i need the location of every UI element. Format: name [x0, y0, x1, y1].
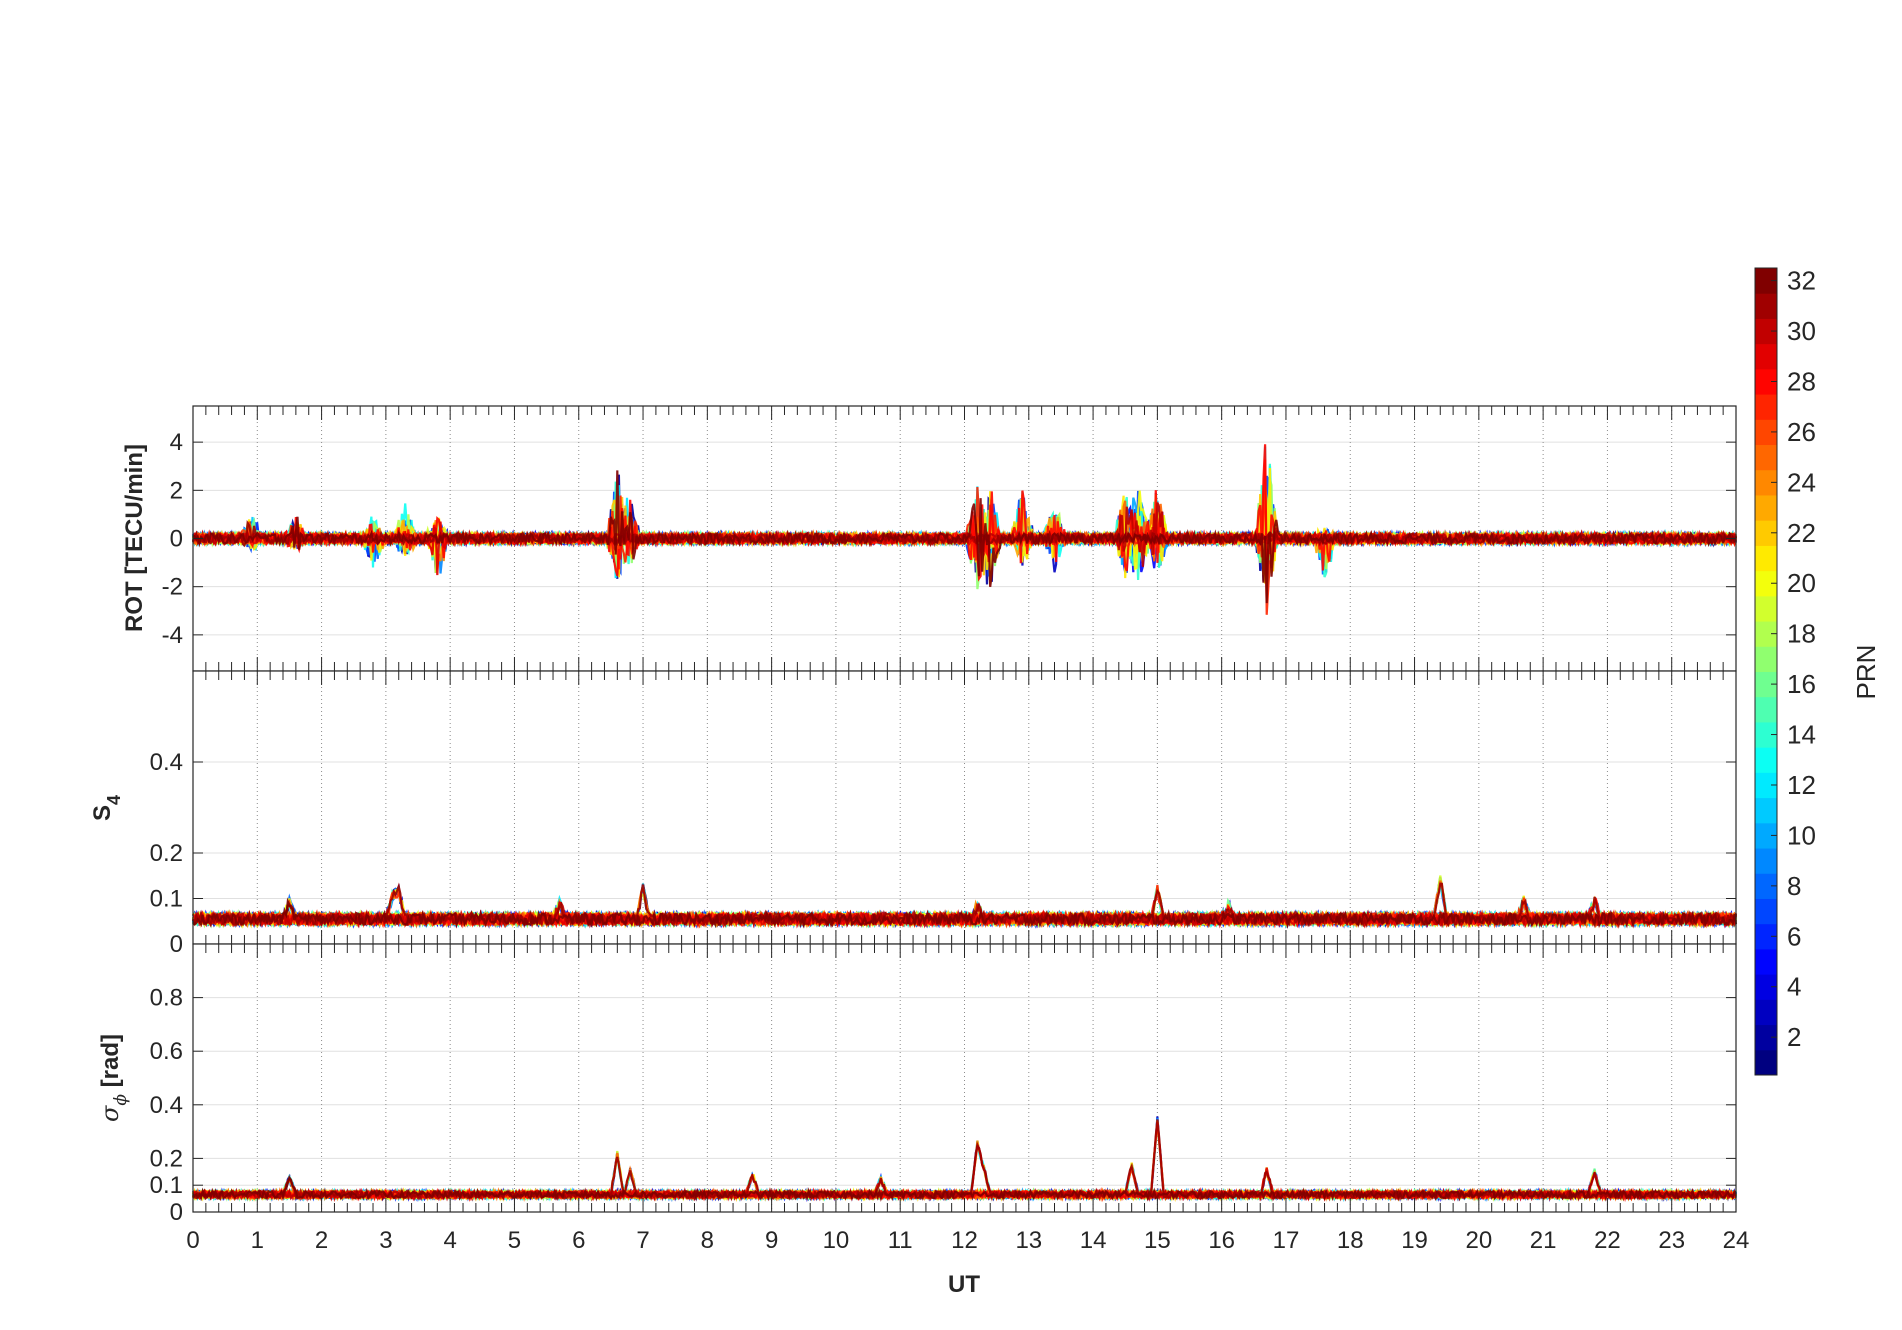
x-tick-label: 2 [315, 1227, 328, 1254]
x-tick-label: 16 [1208, 1227, 1235, 1254]
y-tick-label: 0 [170, 931, 183, 958]
y-tick-label: 2 [170, 477, 183, 504]
y-tick-label: 0.1 [150, 886, 183, 913]
x-tick-label: 12 [951, 1227, 978, 1254]
colorbar-segment [1755, 293, 1777, 319]
colorbar-segment [1755, 696, 1777, 723]
colorbar-segment [1755, 545, 1777, 572]
rot-panel: -4 -2 0 2 4 ROT [TECU/min] [121, 405, 1738, 672]
colorbar-segment [1755, 898, 1777, 925]
x-axis-label: UT [948, 1271, 980, 1298]
colorbar-tick-label: 18 [1787, 619, 1816, 649]
y-tick-label: 4 [170, 429, 183, 456]
x-tick-label: 22 [1594, 1227, 1621, 1254]
colorbar-tick-label: 22 [1787, 518, 1816, 548]
x-tick-label: 6 [572, 1227, 585, 1254]
colorbar-tick-label: 32 [1787, 266, 1816, 296]
x-tick-label: 1 [251, 1227, 264, 1254]
colorbar-segment [1755, 646, 1777, 672]
y-tick-label: 0 [170, 526, 183, 553]
colorbar-tick-label: 30 [1787, 316, 1816, 346]
phi-subscript: ϕ [111, 1094, 131, 1106]
x-tick-label: 23 [1658, 1227, 1685, 1254]
s4-panel: 0 0.1 0.2 0.4 S4 [89, 670, 1738, 958]
colorbar-segment [1755, 848, 1777, 874]
colorbar-tick-label: 16 [1787, 669, 1816, 699]
x-tick-label: 21 [1530, 1227, 1557, 1254]
colorbar-segment [1755, 343, 1777, 370]
sigma-phi-panel: 00.10.20.40.60.80 1 2 3 4 5 6 7 8 9 10 11 12 13 14 15 16… [96, 943, 1750, 1254]
y-tick-label: 0.4 [150, 1092, 183, 1119]
colorbar-segment [1755, 1049, 1777, 1076]
x-tick-label: 13 [1015, 1227, 1042, 1254]
x-tick-label: 18 [1337, 1227, 1364, 1254]
figure: -4-2024 ROT [TECU/min] 00.10.20.4 S4 00.… [0, 0, 1902, 1330]
x-tick-label: 7 [636, 1227, 649, 1254]
colorbar-segment [1755, 948, 1777, 975]
x-tick-label: 19 [1401, 1227, 1428, 1254]
colorbar-segment [1755, 747, 1777, 773]
colorbar-tick-label: 14 [1787, 720, 1816, 750]
x-tick-label: 3 [379, 1227, 392, 1254]
colorbar-tick-label: 6 [1787, 921, 1801, 951]
y-tick-label: 0.6 [150, 1038, 183, 1065]
colorbar-tick-label: 12 [1787, 770, 1816, 800]
x-tick-label: 5 [508, 1227, 521, 1254]
colorbar-tick-label: 24 [1787, 467, 1816, 497]
x-tick-label: 24 [1723, 1227, 1750, 1254]
colorbar-tick-label: 28 [1787, 366, 1816, 396]
y-tick-label: 0 [170, 1199, 183, 1226]
colorbar-label: PRN [1851, 645, 1881, 700]
colorbar-segment [1755, 595, 1777, 622]
colorbar-segment [1755, 444, 1777, 471]
colorbar-tick-label: 4 [1787, 972, 1801, 1002]
colorbar-segment [1755, 797, 1777, 824]
colorbar-segment [1755, 494, 1777, 521]
x-tick-label: 11 [888, 1227, 913, 1254]
colorbar-tick-label: 8 [1787, 871, 1801, 901]
y-tick-label: 0.1 [150, 1172, 183, 1199]
s4-ylabel-sub: 4 [104, 795, 124, 805]
sigma-symbol: σ [96, 1105, 124, 1122]
y-tick-label: -4 [162, 622, 183, 649]
colorbar-tick-label: 26 [1787, 417, 1816, 447]
rot-ylabel: ROT [TECU/min] [121, 444, 148, 632]
colorbar-segments [1755, 268, 1777, 1076]
s4-ylabel-base: S [89, 805, 116, 821]
colorbar-segment [1755, 999, 1777, 1026]
x-tick-label: 4 [443, 1227, 456, 1254]
x-tick-label: 10 [823, 1227, 850, 1254]
x-tick-label: 15 [1144, 1227, 1171, 1254]
x-tick-label: 8 [701, 1227, 714, 1254]
x-tick-label: 14 [1080, 1227, 1107, 1254]
colorbar-tick-label: 10 [1787, 820, 1816, 850]
rad-unit: [rad] [97, 1034, 124, 1094]
y-tick-label: 0.8 [150, 985, 183, 1012]
colorbar-segment [1755, 394, 1777, 420]
x-tick-label: 9 [765, 1227, 778, 1254]
y-tick-label: 0.2 [150, 840, 183, 867]
y-tick-label: -2 [162, 574, 183, 601]
x-tick-label: 0 [186, 1227, 199, 1254]
x-tick-label: 20 [1465, 1227, 1492, 1254]
x-tick-label: 17 [1273, 1227, 1300, 1254]
colorbar-tick-label: 2 [1787, 1022, 1801, 1052]
y-tick-label: 0.2 [150, 1145, 183, 1172]
colorbar-tick-label: 20 [1787, 568, 1816, 598]
y-tick-label: 0.4 [150, 749, 183, 776]
